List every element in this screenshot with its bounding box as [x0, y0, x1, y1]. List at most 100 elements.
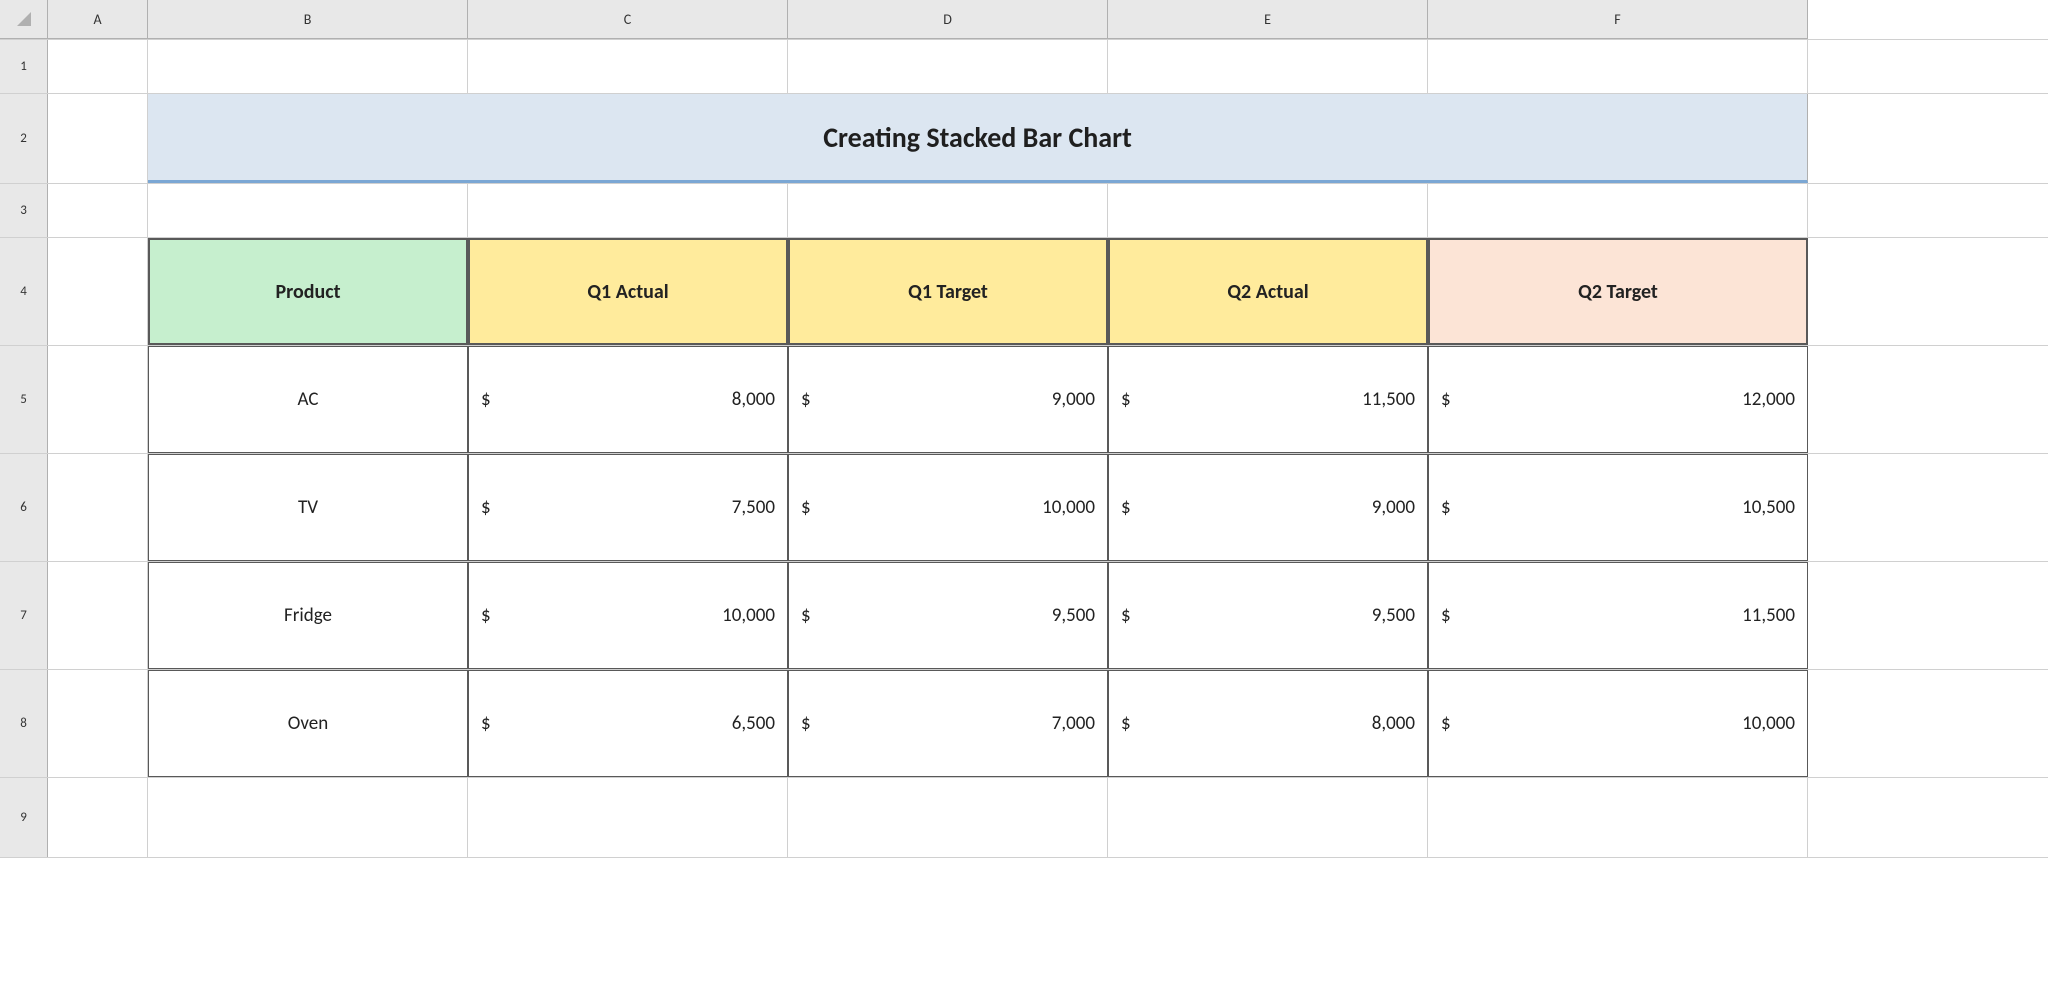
dollar-sign: $: [1441, 388, 1451, 411]
cell-a6[interactable]: [48, 454, 148, 561]
table-cell-product-2[interactable]: Fridge: [148, 562, 468, 669]
row-header-7: 7: [0, 562, 48, 669]
col-header-c[interactable]: C: [468, 0, 788, 39]
amount-value: 11,500: [1459, 604, 1795, 627]
table-header-q1target: Q1 Target: [788, 238, 1108, 345]
table-cell-q1actual-0[interactable]: $ 8,000: [468, 346, 788, 453]
row-header-5: 5: [0, 346, 48, 453]
table-cell-q2actual-0[interactable]: $ 11,500: [1108, 346, 1428, 453]
table-header-q2target: Q2 Target: [1428, 238, 1808, 345]
cell-a5[interactable]: [48, 346, 148, 453]
table-header-q1actual: Q1 Actual: [468, 238, 788, 345]
cell-d3[interactable]: [788, 184, 1108, 237]
cell-c9[interactable]: [468, 778, 788, 857]
cell-a8[interactable]: [48, 670, 148, 777]
cell-b3[interactable]: [148, 184, 468, 237]
dollar-sign: $: [1121, 604, 1131, 627]
amount-value: 10,000: [1459, 712, 1795, 735]
amount-value: 6,500: [499, 712, 775, 735]
cell-b1[interactable]: [148, 40, 468, 93]
amount-value: 7,500: [499, 496, 775, 519]
row-header-6: 6: [0, 454, 48, 561]
table-cell-q1actual-1[interactable]: $ 7,500: [468, 454, 788, 561]
table-cell-q2target-1[interactable]: $ 10,500: [1428, 454, 1808, 561]
table-cell-product-1[interactable]: TV: [148, 454, 468, 561]
dollar-sign: $: [481, 388, 491, 411]
row-header-9: 9: [0, 778, 48, 857]
cell-c3[interactable]: [468, 184, 788, 237]
col-header-f[interactable]: F: [1428, 0, 1808, 39]
row-8: 8 Oven $ 6,500 $ 7,000 $ 8,000 $ 10,000: [0, 670, 2048, 778]
table-cell-q1target-3[interactable]: $ 7,000: [788, 670, 1108, 777]
amount-value: 9,000: [819, 388, 1095, 411]
column-headers-row: A B C D E F: [0, 0, 2048, 40]
cell-e3[interactable]: [1108, 184, 1428, 237]
amount-value: 9,500: [819, 604, 1095, 627]
cell-f1[interactable]: [1428, 40, 1808, 93]
table-cell-q1actual-2[interactable]: $ 10,000: [468, 562, 788, 669]
amount-value: 10,000: [499, 604, 775, 627]
amount-value: 8,000: [1139, 712, 1415, 735]
cell-f9[interactable]: [1428, 778, 1808, 857]
cell-e1[interactable]: [1108, 40, 1428, 93]
dollar-sign: $: [1441, 496, 1451, 519]
table-cell-q2target-0[interactable]: $ 12,000: [1428, 346, 1808, 453]
table-cell-q2target-2[interactable]: $ 11,500: [1428, 562, 1808, 669]
dollar-sign: $: [1121, 712, 1131, 735]
cell-a1[interactable]: [48, 40, 148, 93]
row-4: 4 Product Q1 Actual Q1 Target Q2 Actual …: [0, 238, 2048, 346]
cell-f3[interactable]: [1428, 184, 1808, 237]
dollar-sign: $: [1441, 712, 1451, 735]
table-cell-q2actual-1[interactable]: $ 9,000: [1108, 454, 1428, 561]
cell-d9[interactable]: [788, 778, 1108, 857]
cell-a9[interactable]: [48, 778, 148, 857]
cell-c1[interactable]: [468, 40, 788, 93]
amount-value: 11,500: [1139, 388, 1415, 411]
dollar-sign: $: [1121, 388, 1131, 411]
title-cell: Creating Stacked Bar Chart: [148, 94, 1808, 183]
table-cell-q2target-3[interactable]: $ 10,000: [1428, 670, 1808, 777]
col-header-a[interactable]: A: [48, 0, 148, 39]
col-header-b[interactable]: B: [148, 0, 468, 39]
table-cell-q2actual-2[interactable]: $ 9,500: [1108, 562, 1428, 669]
table-cell-q1actual-3[interactable]: $ 6,500: [468, 670, 788, 777]
amount-value: 9,000: [1139, 496, 1415, 519]
dollar-sign: $: [801, 604, 811, 627]
row-3: 3: [0, 184, 2048, 238]
cell-e9[interactable]: [1108, 778, 1428, 857]
dollar-sign: $: [481, 604, 491, 627]
row-header-1: 1: [0, 40, 48, 93]
cell-a7[interactable]: [48, 562, 148, 669]
table-cell-q1target-0[interactable]: $ 9,000: [788, 346, 1108, 453]
spreadsheet: A B C D E F 1 2 Creating Stacked Bar Cha…: [0, 0, 2048, 992]
amount-value: 10,000: [819, 496, 1095, 519]
amount-value: 10,500: [1459, 496, 1795, 519]
table-cell-product-0[interactable]: AC: [148, 346, 468, 453]
col-header-d[interactable]: D: [788, 0, 1108, 39]
table-cell-q1target-2[interactable]: $ 9,500: [788, 562, 1108, 669]
table-header-q2actual: Q2 Actual: [1108, 238, 1428, 345]
cell-d1[interactable]: [788, 40, 1108, 93]
cell-a3[interactable]: [48, 184, 148, 237]
amount-value: 7,000: [819, 712, 1095, 735]
row-6: 6 TV $ 7,500 $ 10,000 $ 9,000 $ 10,500: [0, 454, 2048, 562]
row-2: 2 Creating Stacked Bar Chart: [0, 94, 2048, 184]
row-header-8: 8: [0, 670, 48, 777]
dollar-sign: $: [1121, 496, 1131, 519]
table-cell-q1target-1[interactable]: $ 10,000: [788, 454, 1108, 561]
row-9: 9: [0, 778, 2048, 858]
cell-a4[interactable]: [48, 238, 148, 345]
amount-value: 12,000: [1459, 388, 1795, 411]
cell-b9[interactable]: [148, 778, 468, 857]
row-header-3: 3: [0, 184, 48, 237]
dollar-sign: $: [801, 712, 811, 735]
col-header-e[interactable]: E: [1108, 0, 1428, 39]
amount-value: 8,000: [499, 388, 775, 411]
corner-cell: [0, 0, 48, 39]
dollar-sign: $: [801, 496, 811, 519]
cell-a2[interactable]: [48, 94, 148, 183]
table-cell-product-3[interactable]: Oven: [148, 670, 468, 777]
table-cell-q2actual-3[interactable]: $ 8,000: [1108, 670, 1428, 777]
dollar-sign: $: [481, 496, 491, 519]
row-header-2: 2: [0, 94, 48, 183]
